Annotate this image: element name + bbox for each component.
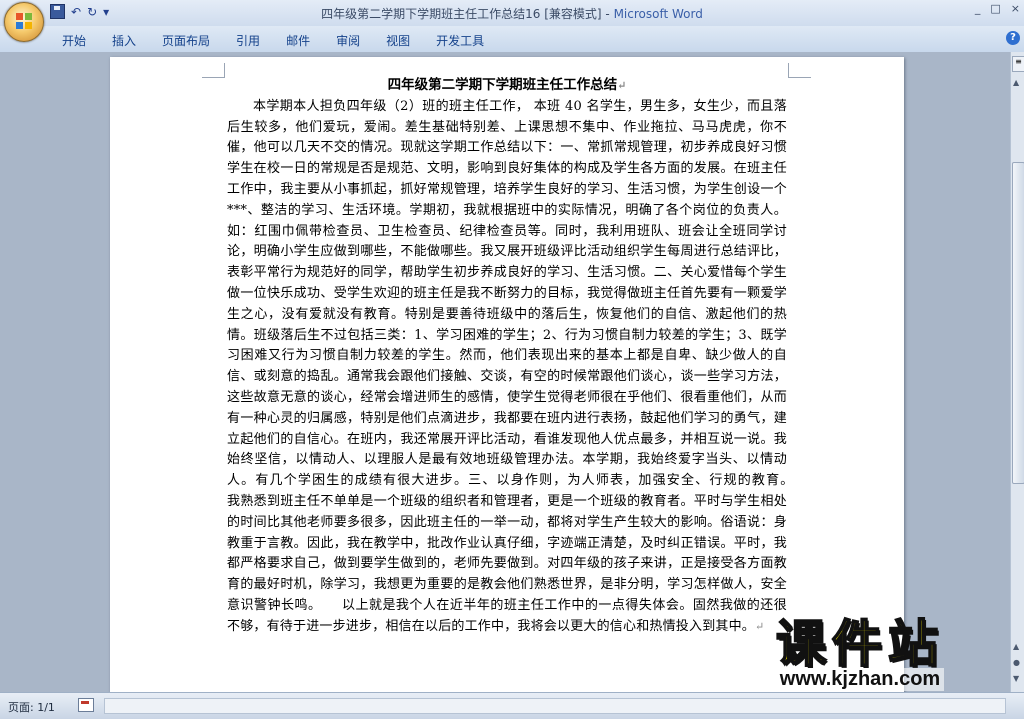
restore-button[interactable]: □ — [990, 2, 1000, 15]
minimize-button[interactable]: _ — [975, 2, 981, 15]
document-workspace: 四年级第二学期下学期班主任工作总结↵ 本学期本人担负四年级（2）班的班主任工作，… — [0, 52, 1010, 692]
tab-mailings[interactable]: 邮件 — [276, 30, 320, 51]
vertical-scrollbar[interactable]: ≡ ▲ ▲ ● ▼ — [1010, 52, 1024, 692]
margin-corner-top-right — [788, 63, 811, 78]
margin-corner-top-left — [202, 63, 225, 78]
office-logo-icon — [16, 13, 32, 29]
document-title: 四年级第二学期下学期班主任工作总结↵ — [227, 75, 787, 97]
document-name: 四年级第二学期下学期班主任工作总结16 [兼容模式] - — [321, 7, 614, 21]
tab-insert[interactable]: 插入 — [102, 30, 146, 51]
scrollbar-thumb[interactable] — [1012, 162, 1024, 484]
tab-developer[interactable]: 开发工具 — [426, 30, 494, 51]
previous-page-icon[interactable]: ▲ — [1013, 642, 1019, 651]
document-title-text: 四年级第二学期下学期班主任工作总结 — [387, 77, 618, 93]
document-content[interactable]: 四年级第二学期下学期班主任工作总结↵ 本学期本人担负四年级（2）班的班主任工作，… — [227, 75, 813, 638]
tab-view[interactable]: 视图 — [376, 30, 420, 51]
ruler-toggle-icon[interactable]: ≡ — [1012, 56, 1024, 72]
help-icon[interactable]: ? — [1006, 31, 1020, 45]
watermark-logo: 课件站 www.kjzhan.com — [775, 615, 944, 691]
document-page[interactable]: 四年级第二学期下学期班主任工作总结↵ 本学期本人担负四年级（2）班的班主任工作，… — [110, 57, 904, 692]
tab-page-layout[interactable]: 页面布局 — [152, 30, 220, 51]
ribbon: 开始 插入 页面布局 引用 邮件 审阅 视图 开发工具 ? — [0, 26, 1024, 53]
status-bar: 页面: 1/1 — [0, 692, 1024, 719]
scroll-up-icon[interactable]: ▲ — [1013, 78, 1019, 87]
page-indicator[interactable]: 页面: 1/1 — [8, 699, 55, 715]
watermark-main-text: 课件站 — [775, 615, 944, 673]
office-button[interactable] — [4, 2, 44, 42]
tab-references[interactable]: 引用 — [226, 30, 270, 51]
ribbon-tabs: 开始 插入 页面布局 引用 邮件 审阅 视图 开发工具 — [52, 30, 500, 51]
paragraph-mark-icon: ↵ — [617, 79, 627, 92]
tab-home[interactable]: 开始 — [52, 30, 96, 51]
watermark-url-text: www.kjzhan.com — [776, 668, 944, 691]
next-page-icon[interactable]: ▼ — [1013, 674, 1019, 683]
proofing-icon[interactable] — [78, 698, 94, 712]
document-body: 本学期本人担负四年级（2）班的班主任工作， 本班 40 名学生，男生多，女生少，… — [227, 97, 813, 638]
paragraph-mark-icon: ↵ — [755, 619, 765, 633]
app-name: Microsoft Word — [613, 7, 703, 21]
tab-review[interactable]: 审阅 — [326, 30, 370, 51]
window-title: 四年级第二学期下学期班主任工作总结16 [兼容模式] - Microsoft W… — [0, 5, 1024, 22]
close-button[interactable]: × — [1011, 2, 1020, 15]
title-bar: ↶ ↻ ▾ 四年级第二学期下学期班主任工作总结16 [兼容模式] - Micro… — [0, 0, 1024, 42]
browse-object-icon[interactable]: ● — [1013, 658, 1020, 667]
document-body-text: 本学期本人担负四年级（2）班的班主任工作， 本班 40 名学生，男生多，女生少，… — [227, 98, 814, 634]
window-controls: _ □ × — [975, 2, 1020, 15]
horizontal-scrollbar[interactable] — [104, 698, 1006, 714]
